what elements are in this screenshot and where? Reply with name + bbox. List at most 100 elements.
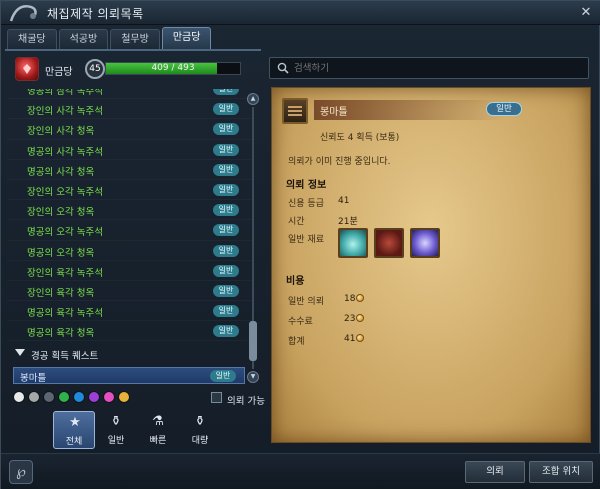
color-filter-dot[interactable] (88, 391, 100, 403)
quest-list-item[interactable]: 명공의 육각 청옥 일반 (7, 321, 253, 341)
quest-list-item[interactable]: 장인의 사각 녹주석 일반 (7, 99, 253, 119)
quest-title: 봉마틀 (320, 107, 348, 118)
info-heading: 의뢰 정보 (286, 180, 327, 191)
xp-text: 409 / 493 (151, 63, 195, 73)
quest-type-badge: 일반 (213, 123, 239, 136)
quest-name: 장인의 사각 녹주석 (27, 106, 103, 118)
quest-type-badge: 일반 (213, 264, 239, 277)
search-input[interactable] (294, 60, 574, 76)
quest-type-badge: 일반 (213, 284, 239, 297)
tab-stonework[interactable]: 석공방 (58, 29, 109, 49)
quest-type-badge: 일반 (213, 204, 239, 217)
tab-mangeumdang[interactable]: 만금당 (161, 27, 212, 49)
quest-list-item[interactable]: 명공의 육각 녹주석 일반 (7, 301, 253, 321)
quest-type-badge: 일반 (213, 325, 239, 338)
color-filter-dot[interactable] (28, 391, 40, 403)
quest-list-item[interactable]: 명공의 오각 녹주석 일반 (7, 220, 253, 240)
quest-item-icon (282, 98, 308, 124)
title-bar[interactable]: 채집제작 의뢰목록 ✕ (1, 1, 600, 25)
scroll-thumb[interactable] (249, 321, 257, 361)
selected-quest-badge: 일반 (210, 370, 236, 382)
color-filter-row (13, 391, 130, 405)
color-filter-dot[interactable] (103, 391, 115, 403)
quest-type-badge: 일반 (213, 103, 239, 116)
collapse-arrow-icon[interactable] (15, 349, 25, 356)
tab-ironwork[interactable]: 철무방 (110, 29, 160, 49)
tab-underline (5, 49, 261, 51)
available-only-label: 의뢰 가능 (227, 396, 265, 407)
detail-panel: 봉마틀 일반 신뢰도 4 획득 (보통) 의뢰가 이미 진행 중입니다. 의뢰 … (265, 53, 597, 445)
speed-bulk-button[interactable]: ⚱ 대량 (179, 411, 221, 449)
star-icon: ★ (69, 415, 81, 430)
quest-name: 명공의 육각 청옥 (27, 328, 95, 340)
quest-list-item[interactable]: 장인의 오각 청옥 일반 (7, 200, 253, 220)
request-button[interactable]: 의뢰 (465, 461, 525, 483)
quest-name: 명공의 사각 녹주석 (27, 146, 103, 158)
credit-label: 신용 등급 (288, 199, 324, 209)
quest-type-badge: 일반 (213, 244, 239, 257)
available-only-checkbox[interactable] (211, 392, 222, 403)
speed-normal-label: 일반 (107, 436, 125, 446)
color-filter-dot[interactable] (58, 391, 70, 403)
quest-type-badge: 일반 (213, 89, 239, 95)
quest-name: 명공의 사각 청옥 (27, 166, 95, 178)
quest-section-header[interactable]: 경공 획득 퀘스트 (7, 344, 253, 364)
window-title: 채집제작 의뢰목록 (47, 7, 144, 21)
quest-name: 명공의 삼각 녹주석 (27, 89, 103, 97)
trust-reward: 신뢰도 4 획득 (보통) (320, 133, 400, 143)
tab-mining[interactable]: 채굴당 (7, 29, 57, 49)
quest-type-badge: 일반 (213, 224, 239, 237)
fee-label: 수수료 (288, 317, 313, 327)
speed-all-label: 전체 (65, 437, 83, 447)
speed-fast-button[interactable]: ⚗ 빠른 (137, 411, 179, 449)
quest-type-badge: 일반 (213, 305, 239, 318)
logo-icon[interactable]: ℘ (9, 460, 33, 484)
selected-quest-name: 봉마틀 (20, 373, 47, 384)
speed-all-button[interactable]: ★ 전체 (53, 411, 95, 449)
list-scrollbar[interactable]: ▲ ▼ (247, 93, 259, 385)
color-filter-dot[interactable] (43, 391, 55, 403)
quest-list-item[interactable]: 명공의 삼각 녹주석 일반 (7, 89, 253, 99)
color-filter-dot[interactable] (13, 391, 25, 403)
quest-list-item[interactable]: 장인의 육각 청옥 일반 (7, 281, 253, 301)
color-filter-dot[interactable] (118, 391, 130, 403)
credit-value: 41 (338, 196, 350, 206)
quest-list-item[interactable]: 장인의 오각 녹주석 일반 (7, 180, 253, 200)
coin-icon (356, 334, 365, 342)
quest-name: 명공의 육각 녹주석 (27, 308, 103, 320)
close-button[interactable]: ✕ (577, 4, 595, 22)
quest-detail-parchment: 봉마틀 일반 신뢰도 4 획득 (보통) 의뢰가 이미 진행 중입니다. 의뢰 … (271, 87, 591, 443)
quest-list-item[interactable]: 명공의 오각 청옥 일반 (7, 241, 253, 261)
request-cost-value: 18 (344, 294, 365, 304)
quest-type-badge: 일반 (213, 163, 239, 176)
crystal-material-icon[interactable] (338, 228, 368, 258)
search-box[interactable] (269, 57, 589, 79)
quest-list-item[interactable]: 명공의 사각 청옥 일반 (7, 160, 253, 180)
quest-list-item[interactable]: 장인의 육각 녹주석 일반 (7, 261, 253, 281)
quest-type-badge: 일반 (213, 183, 239, 196)
quest-name: 명공의 오각 녹주석 (27, 227, 103, 239)
tab-bar: 채굴당 석공방 철무방 만금당 (7, 27, 212, 49)
quest-name: 장인의 육각 청옥 (27, 287, 95, 299)
craft-location-button[interactable]: 조합 위치 (529, 461, 593, 483)
scroll-down-button[interactable]: ▼ (247, 371, 259, 383)
scroll-up-button[interactable]: ▲ (247, 93, 259, 105)
guild-level-badge: 45 (85, 59, 105, 79)
red-cloth-material-icon[interactable] (374, 228, 404, 258)
quest-name: 장인의 오각 청옥 (27, 207, 95, 219)
guild-gem-icon (15, 57, 39, 81)
fast-pot-icon: ⚗ (152, 414, 164, 429)
pot-icon: ⚱ (110, 414, 122, 429)
cost-heading: 비용 (286, 276, 305, 287)
selected-quest-row[interactable]: 봉마틀 일반 (13, 367, 245, 384)
gem-material-icon[interactable] (410, 228, 440, 258)
quest-type-badge: 일반 (486, 102, 522, 116)
quest-list-item[interactable]: 명공의 사각 녹주석 일반 (7, 140, 253, 160)
guild-name: 만금당 (45, 67, 73, 78)
quest-list-item[interactable]: 장인의 사각 청옥 일반 (7, 119, 253, 139)
fee-value: 23 (344, 314, 365, 324)
speed-filter-bar: ★ 전체 ⚱ 일반 ⚗ 빠른 ⚱ 대량 (53, 411, 223, 449)
color-filter-dot[interactable] (73, 391, 85, 403)
speed-normal-button[interactable]: ⚱ 일반 (95, 411, 137, 449)
time-label: 시간 (288, 217, 305, 227)
